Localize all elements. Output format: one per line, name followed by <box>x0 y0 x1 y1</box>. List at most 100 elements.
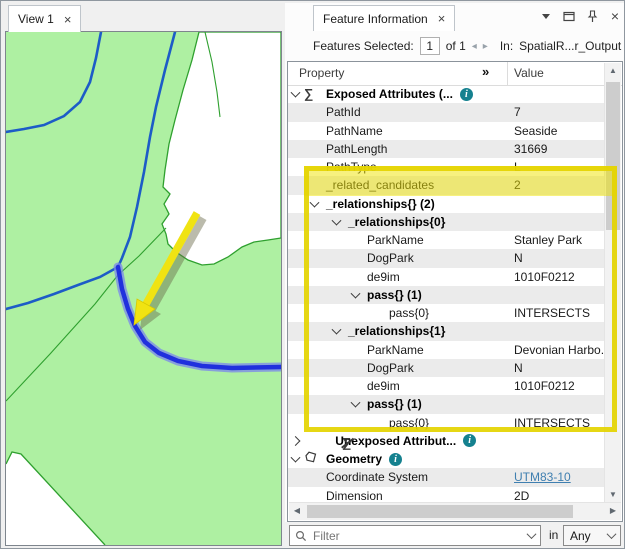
source-dataset-label: SpatialR...r_Output <box>519 39 621 53</box>
grid-header: Property » Value <box>288 62 622 86</box>
tree-row-10[interactable]: de9im 1010F0212 <box>288 268 607 286</box>
tree-row-16[interactable]: de9im 1010F0212 <box>288 377 607 395</box>
property-label: de9im <box>367 379 400 393</box>
filter-combobox[interactable] <box>289 525 541 546</box>
property-value: 7 <box>507 105 607 119</box>
unexposed-attributes-sigma-slash-icon: ∑ <box>342 435 351 450</box>
scroll-left-icon[interactable]: ◀ <box>289 503 305 519</box>
tree-row-9[interactable]: DogPark N <box>288 249 607 267</box>
tree-row-15[interactable]: DogPark N <box>288 359 607 377</box>
in-label: in <box>549 528 558 542</box>
scroll-down-icon[interactable]: ▼ <box>605 487 621 503</box>
filter-dropdown-icon[interactable] <box>522 526 540 545</box>
value-column-header[interactable]: Value <box>514 66 544 80</box>
chevron-down-icon[interactable] <box>291 88 301 98</box>
app-window: View 1 × Feature Information × × Feature… <box>0 0 625 549</box>
chevron-down-icon[interactable] <box>351 398 361 408</box>
info-icon[interactable]: i <box>463 434 476 447</box>
previous-feature-icon[interactable]: ◂ <box>472 41 477 52</box>
property-value: UTM83-10 <box>507 470 607 484</box>
map-canvas <box>6 32 281 545</box>
coordinate-system-link[interactable]: UTM83-10 <box>514 470 571 484</box>
property-value: L <box>507 160 607 174</box>
property-value: 1010F0212 <box>507 379 607 393</box>
property-value: Seaside <box>507 124 607 138</box>
tree-row-17[interactable]: pass{} (1) <box>288 395 607 413</box>
of-total-label: of 1 <box>446 39 466 53</box>
tree-row-11[interactable]: pass{} (1) <box>288 286 607 304</box>
chevron-down-icon[interactable] <box>332 216 342 226</box>
property-label: Geometry <box>326 452 382 466</box>
tree-row-8[interactable]: ParkNameStanley Park <box>288 231 607 249</box>
close-panel-icon[interactable]: × <box>608 9 622 23</box>
expand-columns-icon[interactable]: » <box>482 64 489 79</box>
tree-row-21[interactable]: Coordinate SystemUTM83-10 <box>288 468 607 486</box>
tree-row-2[interactable]: PathName Seaside <box>288 122 607 140</box>
tree-row-20[interactable]: Geometry i <box>288 450 607 468</box>
float-window-icon[interactable] <box>562 9 576 23</box>
tree-row-3[interactable]: PathLength31669 <box>288 140 607 158</box>
tree-row-19[interactable]: ∑Unexposed Attribut...i <box>288 432 607 450</box>
property-label: pass{} (1) <box>367 397 422 411</box>
geometry-polygon-icon <box>304 451 317 467</box>
next-feature-icon[interactable]: ▸ <box>483 41 488 52</box>
property-label: ParkName <box>367 343 424 357</box>
property-grid: Property » Value ∑ Exposed Attributes (..… <box>287 61 623 522</box>
info-icon[interactable]: i <box>460 88 473 101</box>
property-tree: ∑ Exposed Attributes (... i PathId 7 PathName… <box>288 85 607 505</box>
vertical-scrollbar[interactable]: ▲ ▼ <box>604 63 621 503</box>
property-value: 2D <box>507 489 607 503</box>
property-label: Exposed Attributes (... <box>326 87 453 101</box>
property-value: 1010F0212 <box>507 270 607 284</box>
close-icon[interactable]: × <box>438 12 446 25</box>
chevron-down-icon[interactable] <box>351 289 361 299</box>
tree-row-12[interactable]: pass{0}INTERSECTS <box>288 304 607 322</box>
tab-feature-information[interactable]: Feature Information × <box>313 5 455 31</box>
features-selected-label: Features Selected: <box>313 39 414 53</box>
property-label: de9im <box>367 270 400 284</box>
tree-row-5[interactable]: _related_candidates2 <box>288 176 607 194</box>
property-value: N <box>507 361 607 375</box>
in-label: In: <box>500 39 513 53</box>
chevron-right-icon[interactable] <box>291 436 301 446</box>
horizontal-scrollbar[interactable]: ◀ ▶ <box>289 502 621 520</box>
chevron-down-icon[interactable] <box>310 197 320 207</box>
tree-row-7[interactable]: _relationships{0} <box>288 213 607 231</box>
map-view[interactable] <box>5 31 282 546</box>
vertical-scroll-thumb[interactable] <box>606 82 620 230</box>
chevron-down-icon[interactable] <box>291 453 301 463</box>
tree-row-14[interactable]: ParkNameDevonian Harbo... <box>288 341 607 359</box>
tree-row-4[interactable]: PathType L <box>288 158 607 176</box>
menu-caret-icon[interactable] <box>539 9 553 23</box>
property-label: DogPark <box>367 251 414 265</box>
property-label: PathType <box>326 160 377 174</box>
info-icon[interactable]: i <box>389 453 402 466</box>
property-value: N <box>507 251 607 265</box>
property-label: pass{0} <box>389 416 429 430</box>
tab-view-1[interactable]: View 1 × <box>8 5 81 32</box>
horizontal-scroll-thumb[interactable] <box>307 505 573 518</box>
scroll-up-icon[interactable]: ▲ <box>605 63 621 79</box>
tree-row-13[interactable]: _relationships{1} <box>288 322 607 340</box>
selected-index-box[interactable]: 1 <box>420 37 440 55</box>
tree-row-6[interactable]: _relationships{} (2) <box>288 195 607 213</box>
scope-dropdown-icon[interactable] <box>602 526 620 545</box>
chevron-down-icon[interactable] <box>332 325 342 335</box>
property-label: PathName <box>326 124 383 138</box>
tree-row-0[interactable]: ∑Exposed Attributes (...i <box>288 85 607 103</box>
column-divider[interactable] <box>507 62 508 85</box>
tree-row-1[interactable]: PathId 7 <box>288 103 607 121</box>
filter-input[interactable] <box>311 528 522 544</box>
property-value: INTERSECTS <box>507 306 607 320</box>
scroll-right-icon[interactable]: ▶ <box>605 503 621 519</box>
property-label: DogPark <box>367 361 414 375</box>
property-column-header[interactable]: Property <box>299 66 344 80</box>
filter-scope-dropdown[interactable]: Any <box>563 525 621 546</box>
property-label: Dimension <box>326 489 383 503</box>
property-value: INTERSECTS <box>507 416 607 430</box>
tree-row-18[interactable]: pass{0} INTERSECTS <box>288 414 607 432</box>
filter-bar: in Any <box>285 522 624 549</box>
property-label: PathId <box>326 105 361 119</box>
close-icon[interactable]: × <box>64 13 72 26</box>
pin-icon[interactable] <box>585 9 599 23</box>
